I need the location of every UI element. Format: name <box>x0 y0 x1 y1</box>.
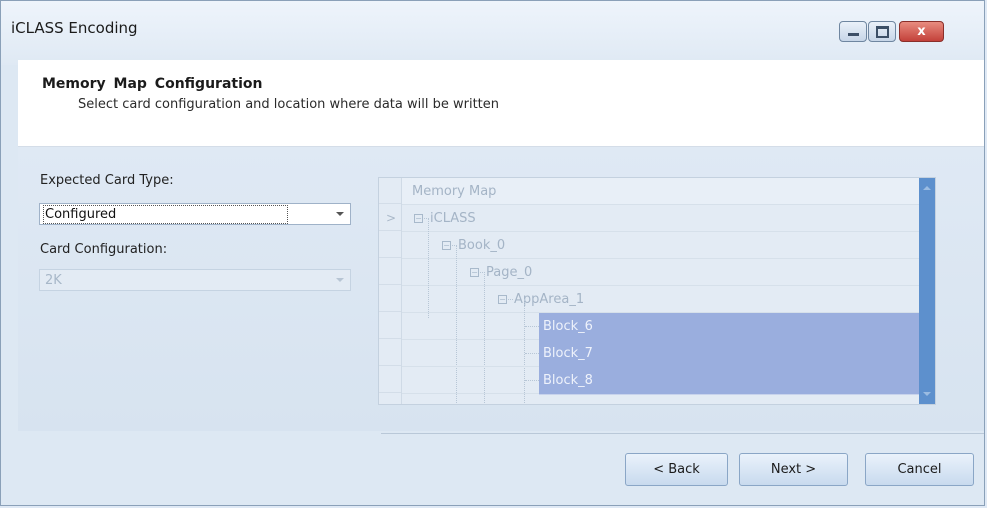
gutter-cell <box>379 178 401 204</box>
row-header-gutter: > <box>379 178 402 404</box>
card-type-value: Configured <box>42 205 289 224</box>
tree-row-block-7[interactable]: Block_7 <box>402 340 935 368</box>
back-button-label: < Back <box>653 462 700 477</box>
cancel-button-label: Cancel <box>897 462 942 477</box>
tree-guide-line <box>428 218 429 318</box>
card-config-value: 2K <box>45 273 62 288</box>
selected-cell[interactable]: Block_6 <box>539 313 935 341</box>
page-subtitle: Select card configuration and location w… <box>78 97 499 112</box>
tree-connector <box>525 326 539 327</box>
tree-node-label: Book_0 <box>458 238 506 253</box>
gutter-cell: > <box>379 205 401 231</box>
selected-cell[interactable]: Block_7 <box>539 340 935 368</box>
wizard-window: iCLASS Encoding x Memory Map Configurati… <box>0 0 985 506</box>
gutter-cell <box>379 367 401 393</box>
card-config-dropdown[interactable]: 2K <box>39 269 351 291</box>
title-bar[interactable]: iCLASS Encoding x <box>1 1 984 65</box>
memory-map-grid[interactable]: > Memory Map − iCLASS − Book_0 − Page_0 … <box>378 177 936 405</box>
next-button[interactable]: Next > <box>739 453 848 486</box>
wizard-content: Expected Card Type: Configured Card Conf… <box>18 147 984 431</box>
wizard-header: Memory Map Configuration Select card con… <box>18 60 984 147</box>
chevron-down-icon[interactable] <box>336 212 344 216</box>
tree-connector <box>525 353 539 354</box>
column-header-label: Memory Map <box>412 184 497 199</box>
back-button[interactable]: < Back <box>625 453 728 486</box>
tree-node-label: Page_0 <box>486 265 533 280</box>
card-config-label: Card Configuration: <box>40 242 168 257</box>
vertical-scrollbar[interactable] <box>919 178 935 404</box>
row-indicator-icon: > <box>386 211 397 225</box>
tree-connector <box>525 380 539 381</box>
maximize-button[interactable] <box>868 21 896 42</box>
selected-cell[interactable]: Block_8 <box>539 367 935 395</box>
tree-node-label: Block_7 <box>543 346 593 361</box>
gutter-cell <box>379 232 401 258</box>
next-button-label: Next > <box>770 462 817 477</box>
window-title: iCLASS Encoding <box>11 19 138 37</box>
tree-node-label: Block_6 <box>543 319 593 334</box>
collapse-icon[interactable]: − <box>470 268 479 277</box>
card-type-label: Expected Card Type: <box>40 173 174 188</box>
gutter-cell <box>379 340 401 366</box>
close-button[interactable]: x <box>899 21 944 42</box>
gutter-cell <box>379 313 401 339</box>
tree-connector <box>508 299 513 300</box>
card-type-dropdown[interactable]: Configured <box>39 203 351 225</box>
tree-row-apparea[interactable]: − AppArea_1 <box>402 286 935 313</box>
collapse-icon[interactable]: − <box>498 295 507 304</box>
minimize-button[interactable] <box>839 21 867 42</box>
collapse-icon[interactable]: − <box>442 241 451 250</box>
tree-row-iclass[interactable]: − iCLASS <box>402 205 935 232</box>
tree-row-book[interactable]: − Book_0 <box>402 232 935 259</box>
tree-node-label: Block_8 <box>543 373 593 388</box>
scroll-down-icon[interactable] <box>923 392 931 396</box>
page-title: Memory Map Configuration <box>42 76 263 92</box>
tree-row-block-6[interactable]: Block_6 <box>402 313 935 341</box>
tree-node-label: iCLASS <box>430 211 476 226</box>
cancel-button[interactable]: Cancel <box>865 453 974 486</box>
scroll-up-icon[interactable] <box>923 186 931 190</box>
tree-row-page[interactable]: − Page_0 <box>402 259 935 286</box>
grid-column-header[interactable]: Memory Map <box>402 178 935 205</box>
gutter-cell <box>379 286 401 312</box>
gutter-cell <box>379 259 401 285</box>
chevron-down-icon <box>336 278 344 282</box>
close-icon: x <box>917 24 926 39</box>
tree-row-block-8[interactable]: Block_8 <box>402 367 935 395</box>
collapse-icon[interactable]: − <box>414 214 423 223</box>
maximize-icon <box>875 25 889 38</box>
minimize-icon <box>847 33 859 36</box>
